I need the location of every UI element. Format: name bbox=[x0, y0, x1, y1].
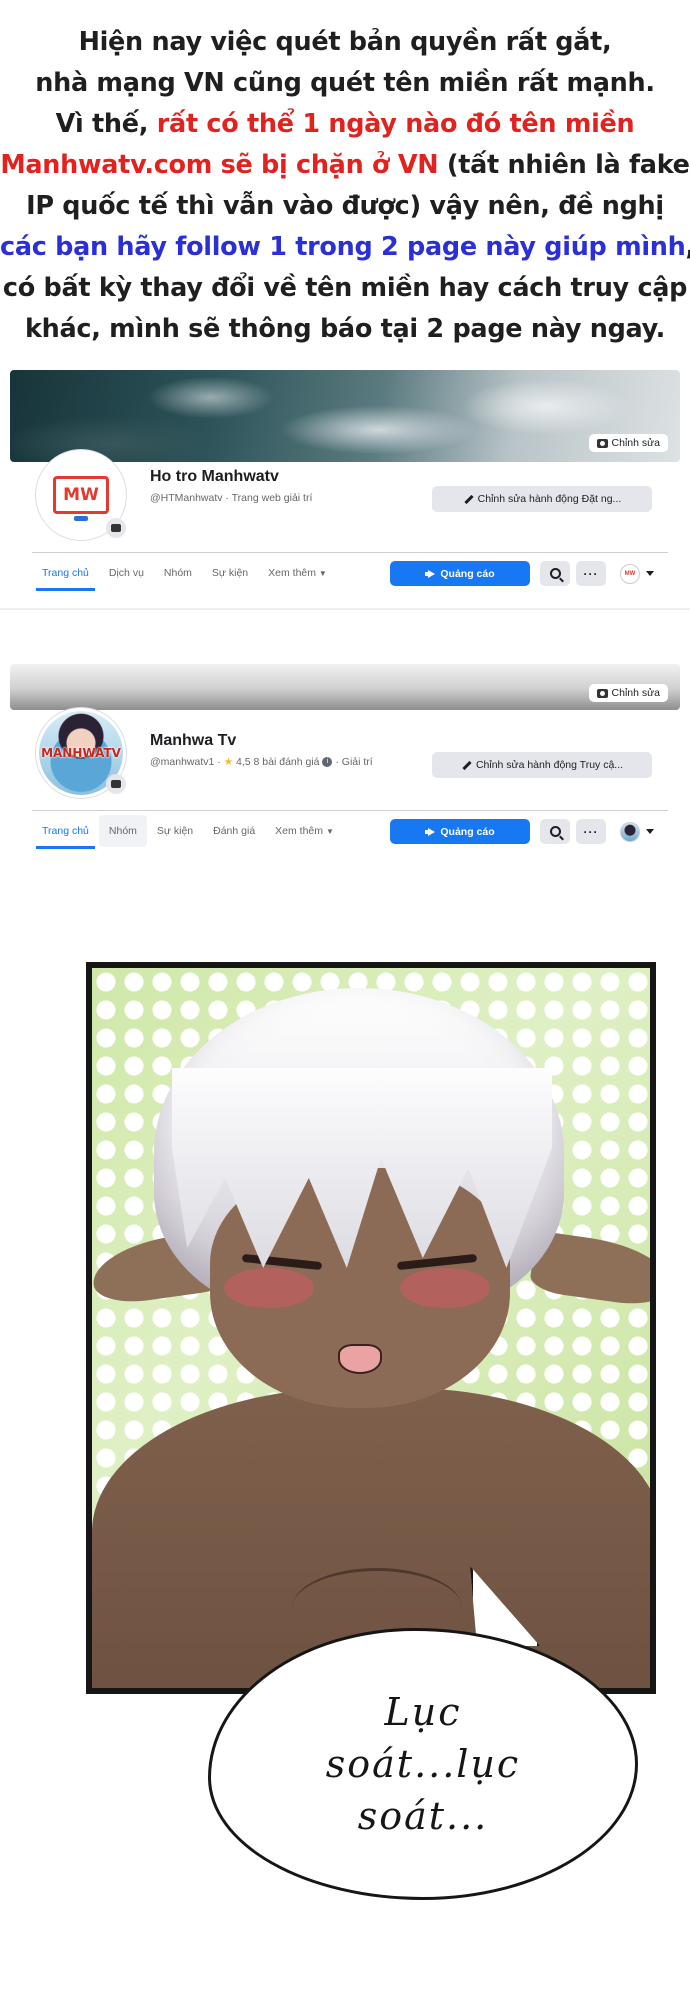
tab-groups[interactable]: Nhóm bbox=[154, 553, 202, 593]
profile-row: MANHWATV Manhwa Tv @manhwatv1 · ★ 4,5 8 … bbox=[10, 708, 680, 810]
facebook-page-card-manhwatv: Chỉnh sửa MANHWATV Manhwa Tv @manhwatv1 … bbox=[10, 664, 680, 850]
tab-more-label: Xem thêm bbox=[275, 824, 324, 837]
edit-action-label: Chỉnh sửa hành động Truy cậ... bbox=[475, 759, 624, 771]
page-rating[interactable]: 4,5 8 bài đánh giá bbox=[236, 756, 320, 768]
tab-more[interactable]: Xem thêm ▼ bbox=[265, 811, 344, 851]
avatar-camera-button[interactable] bbox=[106, 774, 126, 794]
edit-action-button[interactable]: Chỉnh sửa hành động Truy cậ... bbox=[432, 752, 652, 778]
tab-events[interactable]: Sự kiện bbox=[147, 811, 203, 851]
camera-icon bbox=[111, 524, 121, 532]
notice-line: Vì thế, rất có thể 1 ngày nào đó tên miề… bbox=[0, 104, 690, 145]
avatar-camera-button[interactable] bbox=[106, 518, 126, 538]
page-handle: @HTManhwatv · Trang web giải trí bbox=[150, 492, 313, 504]
notice-line: khác, mình sẽ thông báo tại 2 page này n… bbox=[24, 314, 666, 344]
advertise-label: Quảng cáo bbox=[440, 825, 495, 838]
more-dots-icon: ··· bbox=[583, 566, 599, 581]
manga-panel bbox=[86, 962, 656, 1694]
character-mouth bbox=[338, 1344, 382, 1374]
blush-right bbox=[400, 1268, 490, 1308]
search-button[interactable] bbox=[540, 561, 570, 586]
profile-switcher[interactable] bbox=[614, 819, 660, 844]
more-options-button[interactable]: ··· bbox=[576, 819, 606, 844]
page-tabs: Trang chủ Dịch vụ Nhóm Sự kiện Xem thêm … bbox=[32, 552, 668, 592]
speech-line: soát...lục bbox=[325, 1742, 521, 1786]
switcher-avatar: MW bbox=[620, 563, 640, 584]
notice-line: các bạn hãy follow 1 trong 2 page này gi… bbox=[0, 227, 690, 268]
notice-line: IP quốc tế thì vẫn vào được) vậy nên, đề… bbox=[26, 191, 664, 221]
search-button[interactable] bbox=[540, 819, 570, 844]
caret-down-icon: ▼ bbox=[325, 826, 334, 836]
facebook-page-card-hotro: Chỉnh sửa MW Ho tro Manhwatv @HTManhwatv… bbox=[10, 370, 680, 592]
tab-home[interactable]: Trang chủ bbox=[32, 553, 99, 593]
camera-icon bbox=[111, 780, 121, 788]
more-dots-icon: ··· bbox=[583, 824, 599, 839]
speech-line: Lục bbox=[384, 1690, 462, 1734]
page-handle: @manhwatv1 · bbox=[150, 756, 224, 768]
mw-logo: MW bbox=[53, 476, 109, 521]
cover-photo[interactable]: Chỉnh sửa bbox=[10, 664, 680, 710]
notice-text: (tất nhiên là fake bbox=[438, 150, 690, 180]
search-icon bbox=[549, 568, 561, 579]
tab-reviews[interactable]: Đánh giá bbox=[203, 811, 265, 851]
tab-more-label: Xem thêm bbox=[268, 566, 316, 579]
chevron-down-icon bbox=[646, 829, 654, 834]
chevron-down-icon bbox=[646, 571, 654, 576]
profile-switcher[interactable]: MW bbox=[614, 561, 660, 586]
advertise-label: Quảng cáo bbox=[440, 567, 495, 580]
edit-cover-button[interactable]: Chỉnh sửa bbox=[588, 434, 668, 452]
caret-down-icon: ▼ bbox=[318, 568, 327, 578]
notice-line: nhà mạng VN cũng quét tên miền rất mạnh. bbox=[35, 68, 655, 98]
tab-more[interactable]: Xem thêm ▼ bbox=[258, 553, 337, 593]
search-icon bbox=[549, 826, 561, 837]
speech-line: soát... bbox=[357, 1794, 489, 1838]
notice-line: Manhwatv.com sẽ bị chặn ở VN (tất nhiên … bbox=[0, 145, 690, 186]
notice-text: Vì thế, bbox=[55, 109, 157, 139]
switcher-avatar bbox=[620, 821, 640, 842]
profile-row: MW Ho tro Manhwatv @HTManhwatv · Trang w… bbox=[10, 450, 680, 552]
notice-block: Hiện nay việc quét bản quyền rất gắt, nh… bbox=[0, 22, 690, 350]
edit-cover-button[interactable]: Chỉnh sửa bbox=[588, 684, 668, 702]
page-name[interactable]: Ho tro Manhwatv bbox=[150, 468, 279, 486]
cover-photo[interactable]: Chỉnh sửa bbox=[10, 370, 680, 462]
camera-icon bbox=[596, 438, 608, 448]
speech-text: Lục soát...lục soát... bbox=[326, 1686, 520, 1842]
tab-events[interactable]: Sự kiện bbox=[202, 553, 258, 593]
pencil-icon bbox=[461, 760, 471, 770]
speech-bubble: Lục soát...lục soát... bbox=[208, 1628, 638, 1900]
megaphone-icon bbox=[425, 827, 436, 836]
pencil-icon bbox=[463, 494, 473, 504]
notice-warning: Manhwatv.com sẽ bị chặn ở VN bbox=[0, 150, 439, 180]
notice-line: Hiện nay việc quét bản quyền rất gắt, bbox=[78, 27, 612, 57]
tab-services[interactable]: Dịch vụ bbox=[99, 553, 154, 593]
page-name[interactable]: Manhwa Tv bbox=[150, 732, 236, 750]
tab-home[interactable]: Trang chủ bbox=[32, 811, 99, 851]
divider bbox=[0, 608, 690, 610]
advertise-button[interactable]: Quảng cáo bbox=[390, 819, 530, 844]
notice-text: , bbox=[686, 232, 690, 262]
edit-action-label: Chỉnh sửa hành động Đặt ng... bbox=[477, 493, 622, 505]
page-meta: @manhwatv1 · ★ 4,5 8 bài đánh giá i · Gi… bbox=[150, 756, 373, 768]
notice-warning: rất có thể 1 ngày nào đó tên miền bbox=[156, 109, 635, 139]
info-icon[interactable]: i bbox=[322, 757, 333, 768]
more-options-button[interactable]: ··· bbox=[576, 561, 606, 586]
page-category: · Giải trí bbox=[332, 756, 373, 768]
notice-line: có bất kỳ thay đổi về tên miền hay cách … bbox=[2, 273, 688, 303]
page-tabs: Trang chủ Nhóm Sự kiện Đánh giá Xem thêm… bbox=[32, 810, 668, 850]
notice-follow-request: các bạn hãy follow 1 trong 2 page này gi… bbox=[0, 232, 686, 262]
camera-icon bbox=[596, 688, 608, 698]
star-icon: ★ bbox=[223, 756, 234, 768]
edit-action-button[interactable]: Chỉnh sửa hành động Đặt ng... bbox=[432, 486, 652, 512]
blush-left bbox=[224, 1268, 314, 1308]
edit-cover-label: Chỉnh sửa bbox=[611, 437, 660, 449]
edit-cover-label: Chỉnh sửa bbox=[611, 687, 660, 699]
megaphone-icon bbox=[425, 569, 436, 578]
advertise-button[interactable]: Quảng cáo bbox=[390, 561, 530, 586]
tab-groups[interactable]: Nhóm bbox=[98, 814, 147, 847]
